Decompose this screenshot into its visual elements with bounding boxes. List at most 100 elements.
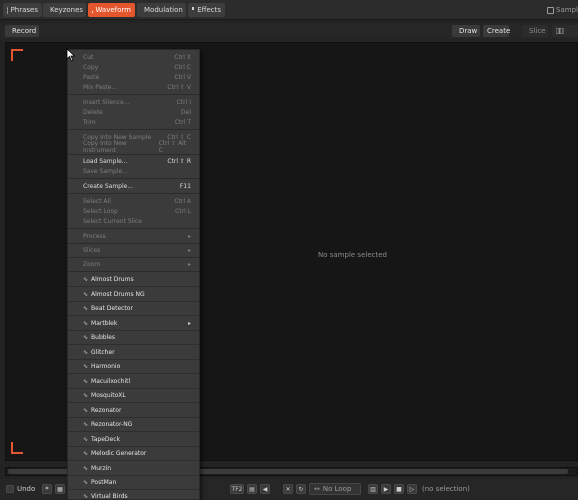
slice-options-button[interactable] <box>552 25 578 37</box>
sample-label: Sampl <box>556 6 578 14</box>
tool-wave-icon: ∿ <box>83 449 89 457</box>
effects-icon <box>192 6 195 10</box>
waveform-toolbar: Record Draw Create Slice <box>0 23 578 39</box>
selection-end-marker[interactable] <box>11 442 23 454</box>
tab-effects[interactable]: Effects <box>188 3 225 17</box>
menu-plugin-mosquitoxl[interactable]: ∿ MosquitoXL <box>68 388 199 402</box>
play-icon[interactable]: ▶ <box>381 484 391 494</box>
tool-wave-icon: ∿ <box>83 304 89 312</box>
selection-range: (no selection) <box>422 485 470 493</box>
menu-plugin-glitcher[interactable]: ∿ Glitcher <box>68 345 199 359</box>
menu-plugin-virtual-birds[interactable]: ∿ Virtual Birds <box>68 489 199 500</box>
draw-button[interactable]: Draw <box>452 25 480 37</box>
grid-icon <box>556 28 564 34</box>
play-selection-icon[interactable]: ▷ <box>407 484 417 494</box>
slice-button[interactable]: Slice <box>522 25 548 37</box>
tab-keyzones[interactable]: Keyzones <box>43 3 86 17</box>
tool-wave-icon: ∿ <box>83 406 89 414</box>
menu-item-select-current-slice[interactable]: Select Current Slice <box>68 216 199 226</box>
tf-button[interactable]: TF2 <box>230 484 244 494</box>
menu-item-zoom[interactable]: Zoom ▸ <box>68 259 199 269</box>
undo-label: Undo <box>17 485 36 493</box>
top-tab-bar: Phrases Keyzones Waveform Modulation Eff… <box>0 0 578 20</box>
tool-wave-icon: ∿ <box>83 464 89 472</box>
menu-plugin-melodic-generator[interactable]: ∿ Melodic Generator <box>68 446 199 460</box>
menu-item-select-loop[interactable]: Select Loop Ctrl L <box>68 206 199 216</box>
left-tools: ⌗ ▦ <box>42 483 65 495</box>
tool-wave-icon: ∿ <box>83 333 89 341</box>
menu-item-process[interactable]: Process ▸ <box>68 231 199 241</box>
menu-item-insert-silence[interactable]: Insert Silence... Ctrl I <box>68 97 199 107</box>
tool-wave-icon: ∿ <box>83 435 89 443</box>
tool-wave-icon: ∿ <box>83 290 89 298</box>
menu-plugin-macuilxochitl[interactable]: ∿ Macuilxochitl <box>68 374 199 388</box>
menu-plugin-murzin[interactable]: ∿ Murzin <box>68 461 199 475</box>
menu-plugin-martblek[interactable]: ∿ Martblek ▸ <box>68 316 199 330</box>
crossfade-icon[interactable]: ✕ <box>283 484 293 494</box>
menu-plugin-rezonator[interactable]: ∿ Rezonator <box>68 403 199 417</box>
empty-message: No sample selected <box>318 251 387 259</box>
grid-toggle-icon[interactable]: ▦ <box>55 484 65 494</box>
menu-plugin-rezonator-ng[interactable]: ∿ Rezonator-NG <box>68 417 199 431</box>
menu-plugin-tapedeck[interactable]: ∿ TapeDeck <box>68 432 199 446</box>
menu-separator <box>68 94 199 95</box>
tab-label: Keyzones <box>50 6 84 14</box>
tab-modulation[interactable]: Modulation <box>137 3 186 17</box>
play-backward-icon[interactable]: ◀ <box>260 484 270 494</box>
menu-plugin-almost-drums-ng[interactable]: ∿ Almost Drums NG <box>68 287 199 301</box>
tab-phrases[interactable]: Phrases <box>3 3 42 17</box>
undo-checkbox[interactable] <box>6 485 14 493</box>
tool-wave-icon: ∿ <box>83 348 89 356</box>
tab-label: Phrases <box>10 6 38 14</box>
loop-mode-icon[interactable]: ▤ <box>247 484 257 494</box>
menu-item-cut[interactable]: Cut Ctrl X <box>68 52 199 62</box>
menu-separator <box>68 257 199 258</box>
loop-mode-label: No Loop <box>322 485 352 493</box>
menu-separator <box>68 243 199 244</box>
preview-tools: ▥ ▶ ■ ▷ <box>368 483 417 495</box>
menu-separator <box>68 228 199 229</box>
tool-wave-icon: ∿ <box>83 362 89 370</box>
submenu-arrow-icon: ▸ <box>187 260 191 268</box>
menu-plugin-almost-drums[interactable]: ∿ Almost Drums <box>68 272 199 286</box>
tab-label: Modulation <box>144 6 183 14</box>
menu-item-copy-new-instrument[interactable]: Copy Into New Instrument Ctrl ⇧ Alt C <box>68 140 199 154</box>
sample-selector[interactable]: Sampl <box>547 3 578 17</box>
tool-wave-icon: ∿ <box>83 478 89 486</box>
menu-plugin-bubbles[interactable]: ∿ Bubbles <box>68 330 199 344</box>
menu-item-select-all[interactable]: Select All Ctrl A <box>68 196 199 206</box>
tool-wave-icon: ∿ <box>83 391 89 399</box>
menu-plugin-beat-detector[interactable]: ∿ Beat Detector <box>68 301 199 315</box>
snap-icon[interactable]: ⌗ <box>42 484 52 494</box>
menu-item-save-sample[interactable]: Save Sample... <box>68 166 199 176</box>
loop-mode-select[interactable]: ↔ No Loop <box>309 483 361 495</box>
menu-item-delete[interactable]: Delete Del <box>68 107 199 117</box>
tool-wave-icon: ∿ <box>83 377 89 385</box>
selection-start-marker[interactable] <box>11 49 23 61</box>
menu-plugin-harmonio[interactable]: ∿ Harmonio <box>68 359 199 373</box>
menu-item-copy[interactable]: Copy Ctrl C <box>68 62 199 72</box>
mouse-cursor-icon <box>66 48 76 62</box>
menu-item-create-sample[interactable]: Create Sample... F11 <box>68 181 199 191</box>
submenu-arrow-icon: ▸ <box>187 246 191 254</box>
loop-icon[interactable]: ↻ <box>296 484 306 494</box>
tab-waveform[interactable]: Waveform <box>88 3 135 17</box>
record-button[interactable]: Record <box>5 25 39 37</box>
menu-separator <box>68 178 199 179</box>
menu-item-load-sample[interactable]: Load Sample... Ctrl ⇧ R <box>68 156 199 166</box>
create-button[interactable]: Create <box>483 25 510 37</box>
tool-wave-icon: ∿ <box>83 275 89 283</box>
slice-label: Slice <box>529 27 546 35</box>
tool-wave-icon: ∿ <box>83 420 89 428</box>
menu-item-slices[interactable]: Slices ▸ <box>68 245 199 255</box>
undo-control[interactable]: Undo <box>6 483 35 495</box>
sample-toggle-icon <box>547 6 555 14</box>
menu-item-mix-paste[interactable]: Mix Paste... Ctrl ⇧ V <box>68 82 199 92</box>
stop-icon[interactable]: ■ <box>394 484 404 494</box>
menu-plugin-postman[interactable]: ∿ PostMan <box>68 475 199 489</box>
keyboard-icon[interactable]: ▥ <box>368 484 378 494</box>
menu-item-trim[interactable]: Trim Ctrl T <box>68 117 199 127</box>
menu-item-paste[interactable]: Paste Ctrl V <box>68 72 199 82</box>
loop-tools: ✕ ↻ ↔ No Loop <box>283 483 361 495</box>
record-label: Record <box>12 27 37 35</box>
